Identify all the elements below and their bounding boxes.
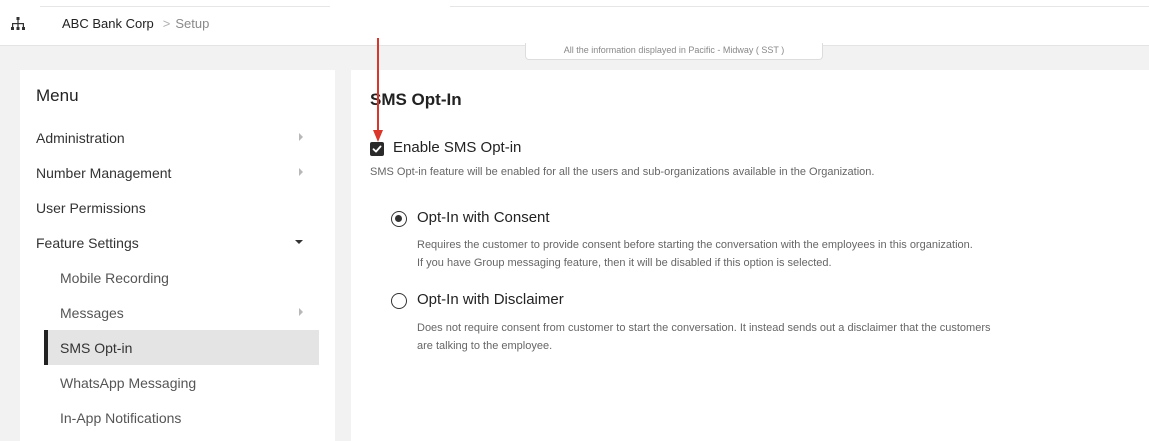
menu-title: Menu	[36, 86, 79, 105]
breadcrumb-separator: >	[162, 16, 171, 31]
opt-in-disclaimer-radio[interactable]	[391, 293, 407, 309]
sidebar-item-label: Number Management	[36, 164, 172, 181]
sidebar-item-administration[interactable]: Administration	[36, 120, 319, 155]
top-bar: ABC Bank Corp > Setup	[0, 0, 1149, 46]
sidebar-item-label: Administration	[36, 129, 125, 146]
breadcrumb-current-page: Setup	[175, 16, 210, 31]
sidebar-item-label: User Permissions	[36, 199, 146, 216]
annotation-arrow-icon	[373, 38, 383, 142]
sidebar-item-feature-settings[interactable]: Feature Settings	[36, 225, 319, 260]
sidebar-subitem-in-app-notifications[interactable]: In-App Notifications	[44, 400, 319, 435]
sidebar-subitem-label: WhatsApp Messaging	[60, 374, 197, 391]
chevron-right-icon	[299, 168, 303, 176]
sidebar-subitem-messages[interactable]: Messages	[44, 295, 319, 330]
org-hierarchy-icon[interactable]	[10, 16, 26, 32]
sidebar-subitem-whatsapp-messaging[interactable]: WhatsApp Messaging	[44, 365, 319, 400]
chevron-right-icon	[299, 308, 303, 316]
enable-sms-opt-in-description: SMS Opt-in feature will be enabled for a…	[370, 166, 875, 178]
sidebar-subitem-label: Messages	[60, 304, 124, 321]
sidebar-subitem-sms-opt-in[interactable]: SMS Opt-in	[44, 330, 319, 365]
checkmark-icon	[372, 145, 382, 153]
opt-in-consent-description-line2: If you have Group messaging feature, the…	[417, 257, 832, 269]
sidebar-subitem-label: Mobile Recording	[60, 269, 169, 286]
main-panel: SMS Opt-In Enable SMS Opt-in SMS Opt-in …	[351, 70, 1149, 441]
top-divider-left	[40, 6, 330, 7]
chevron-right-icon	[299, 133, 303, 141]
sidebar-item-user-permissions[interactable]: User Permissions	[36, 190, 319, 225]
opt-in-disclaimer-label[interactable]: Opt-In with Disclaimer	[417, 291, 564, 308]
enable-sms-opt-in-label[interactable]: Enable SMS Opt-in	[393, 139, 521, 156]
opt-in-consent-description-line1: Requires the customer to provide consent…	[417, 239, 973, 251]
opt-in-consent-label[interactable]: Opt-In with Consent	[417, 209, 550, 226]
opt-in-disclaimer-description-line1: Does not require consent from customer t…	[417, 322, 991, 334]
sidebar-item-number-management[interactable]: Number Management	[36, 155, 319, 190]
sidebar-menu: Menu Administration Number Management Us…	[20, 70, 335, 441]
breadcrumb-org-link[interactable]: ABC Bank Corp	[62, 16, 154, 31]
chevron-down-icon	[295, 240, 303, 244]
sidebar-subitem-label: SMS Opt-in	[60, 339, 133, 356]
timezone-banner: All the information displayed in Pacific…	[525, 43, 823, 60]
enable-sms-opt-in-checkbox[interactable]	[370, 142, 384, 156]
sidebar-subitem-label: In-App Notifications	[60, 409, 182, 426]
opt-in-disclaimer-description-line2: are talking to the employee.	[417, 340, 553, 352]
sidebar-subitem-mobile-recording[interactable]: Mobile Recording	[44, 260, 319, 295]
breadcrumb: ABC Bank Corp > Setup	[62, 16, 209, 31]
sidebar-item-label: Feature Settings	[36, 234, 139, 251]
top-divider-right	[450, 6, 1149, 7]
opt-in-consent-radio[interactable]	[391, 211, 407, 227]
